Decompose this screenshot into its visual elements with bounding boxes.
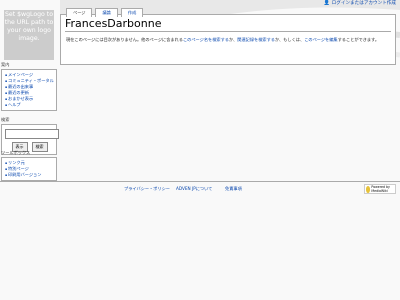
powered-by-badge[interactable]: Powered by MediaWiki	[364, 184, 396, 194]
navigation-heading: 案内	[1, 62, 10, 67]
search-title-link[interactable]: このページ名を検索する	[183, 37, 229, 42]
site-logo[interactable]: Set $wgLogo to the URL path to your own …	[4, 10, 54, 60]
privacy-link[interactable]: プライバシー・ポリシー	[124, 186, 170, 192]
logo-placeholder-text: Set $wgLogo to the URL path to your own …	[4, 11, 54, 42]
body-text-1: 現在このページには目次がありません。他のページに含まれる	[66, 37, 183, 42]
body-text-2: か、	[228, 37, 238, 42]
page-body: 現在このページには目次がありません。他のページに含まれるこのページ名を検索するか…	[66, 37, 387, 44]
user-icon: 👤	[323, 0, 330, 6]
search-input[interactable]	[5, 129, 59, 139]
toolbox-heading: ツールボックス	[1, 150, 31, 155]
content-area: FrancesDarbonne 現在このページには目次がありません。他のページに…	[60, 14, 396, 65]
page-title: FrancesDarbonne	[65, 17, 162, 30]
sidebar-item-printable[interactable]: 印刷用バージョン	[5, 172, 54, 178]
navigation-portlet: 案内 メインページ コミュニティ・ポータル 最近の出来事 最近の更新 おまかせ表…	[1, 62, 57, 111]
search-heading: 検索	[1, 117, 10, 122]
mediawiki-icon	[366, 185, 371, 193]
toolbox-portlet: ツールボックス リンク元 特別ページ 印刷用バージョン	[1, 150, 57, 181]
search-logs-link[interactable]: 関連記録を検索する	[237, 37, 275, 42]
sidebar-item-help[interactable]: ヘルプ	[5, 102, 54, 108]
tab-create[interactable]: 作成	[120, 8, 144, 17]
body-text-4: することができます。	[337, 37, 380, 42]
tab-page[interactable]: ページ	[66, 8, 93, 17]
title-divider	[65, 31, 391, 32]
personal-tools: 👤 ログインまたはアカウント作成	[323, 0, 396, 6]
disclaimer-link[interactable]: 免責事項	[225, 186, 242, 192]
tab-discussion[interactable]: 議論	[95, 8, 118, 17]
about-link[interactable]: ADVEN JPについて	[176, 186, 212, 192]
login-link[interactable]: ログインまたはアカウント作成	[332, 0, 396, 6]
body-text-3: か、もしくは、	[274, 37, 305, 42]
powered-by-text: Powered by MediaWiki	[371, 185, 390, 193]
page-tabs: ページ 議論 作成	[66, 8, 144, 17]
footer-divider	[0, 181, 400, 182]
edit-page-link[interactable]: このページを編集	[304, 37, 337, 42]
